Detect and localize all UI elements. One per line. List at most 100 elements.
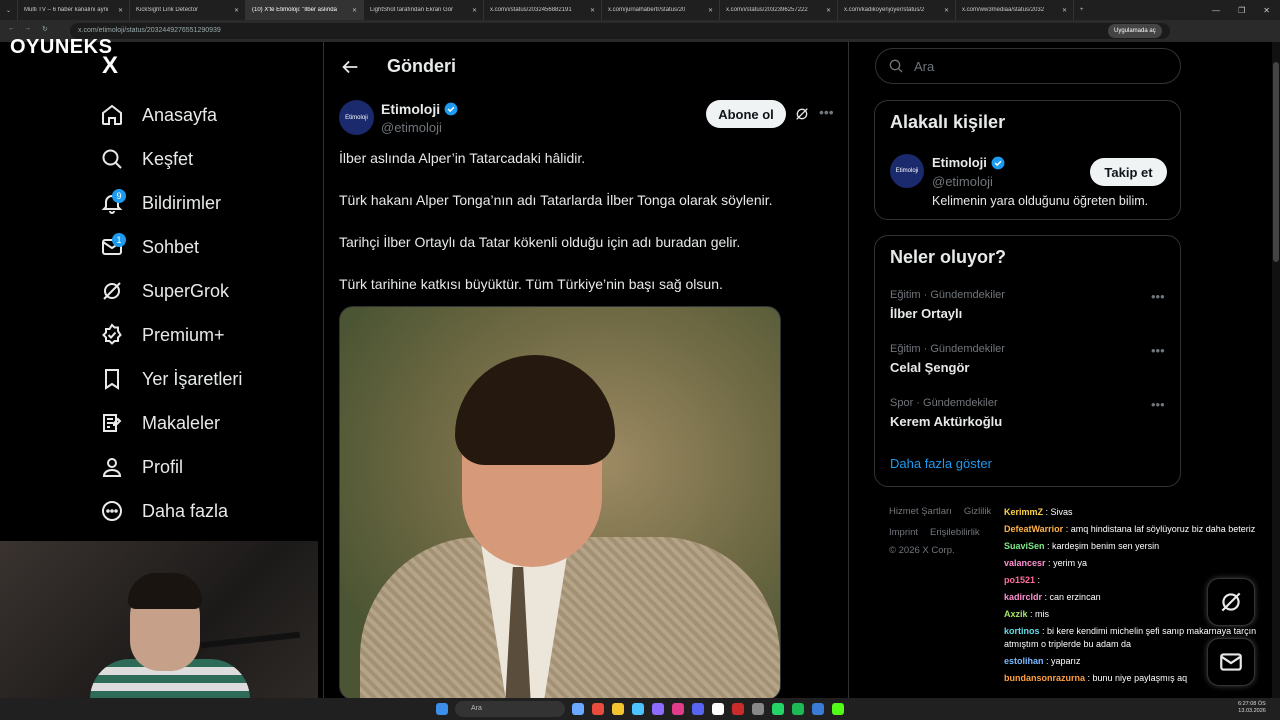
minimize-icon[interactable]: — [1212, 6, 1220, 15]
browser-tab[interactable]: x.com/ww3mediaa/status/2032 ✕ [956, 0, 1074, 20]
browser-tab-active[interactable]: (10) X'te Etimoloji: "İlber aslında ✕ [246, 0, 364, 20]
browser-tab[interactable]: x.com/i/status/2032456882191 ✕ [484, 0, 602, 20]
author-handle[interactable]: @etimoloji [381, 120, 442, 135]
start-menu-icon[interactable] [436, 703, 448, 715]
taskbar-app-icon[interactable] [752, 703, 764, 715]
nav-item-premium[interactable]: Premium+ [100, 317, 225, 353]
taskbar-app-icon[interactable] [832, 703, 844, 715]
footer-link[interactable]: Erişilebilirlik [930, 527, 980, 538]
messages-fab-button[interactable] [1207, 638, 1255, 686]
nav-item-more[interactable]: Daha fazla [100, 493, 228, 529]
close-icon[interactable]: ✕ [1058, 7, 1067, 14]
post-column: Gönderi Etimoloji Etimoloji @etimoloji A… [323, 42, 849, 700]
browser-tab[interactable]: LightShot tarafından Ekran Gör ✕ [364, 0, 484, 20]
author-name[interactable]: Etimoloji [381, 101, 458, 117]
chat-text: mis [1035, 609, 1050, 619]
browser-tab-label: LightShot tarafından Ekran Gör [370, 7, 454, 13]
taskbar-app-icon[interactable] [572, 703, 584, 715]
close-icon[interactable]: ✕ [586, 7, 595, 14]
back-nav-icon[interactable]: ← [8, 25, 15, 32]
scrollbar-thumb[interactable] [1273, 62, 1279, 262]
verified-badge-icon [444, 102, 458, 116]
footer-link[interactable]: Imprint [889, 527, 918, 538]
taskbar-search[interactable]: Ara [455, 701, 565, 717]
browser-tab-label: (10) X'te Etimoloji: "İlber aslında [252, 7, 337, 13]
nav-item-bookmarks[interactable]: Yer İşaretleri [100, 361, 242, 397]
trend-more-icon[interactable]: ••• [1151, 289, 1165, 304]
trend-item[interactable]: Kerem Aktürkoğlu [890, 414, 1002, 429]
chat-username: kadircldr [1004, 592, 1043, 602]
search-placeholder: Ara [914, 58, 935, 74]
close-icon[interactable]: ✕ [114, 7, 123, 14]
author-avatar[interactable]: Etimoloji [339, 100, 374, 135]
taskbar-app-icon[interactable] [812, 703, 824, 715]
search-input[interactable]: Ara [875, 48, 1181, 84]
trend-item[interactable]: İlber Ortaylı [890, 306, 962, 321]
webcam-hair [128, 573, 202, 609]
browser-tab[interactable]: x.com/kadikoyenjoyer/status/2 ✕ [838, 0, 956, 20]
nav-item-profile[interactable]: Profil [100, 449, 183, 485]
taskbar-app-icon[interactable] [652, 703, 664, 715]
taskbar-app-icon[interactable] [612, 703, 624, 715]
tab-actions-button[interactable]: ⌄ [0, 0, 18, 20]
nav-item-supergrok[interactable]: SuperGrok [100, 273, 229, 309]
author-name-text: Etimoloji [381, 101, 441, 117]
grok-icon[interactable] [794, 106, 810, 122]
related-name[interactable]: Etimoloji [932, 155, 1005, 170]
taskbar-app-icon[interactable] [712, 703, 724, 715]
close-icon[interactable]: ✕ [468, 7, 477, 14]
related-handle[interactable]: @etimoloji [932, 174, 993, 189]
taskbar-app-icon[interactable] [672, 703, 684, 715]
url-input[interactable]: x.com/etimoloji/status/20324492765512909… [70, 23, 1170, 39]
taskbar-app-icon[interactable] [772, 703, 784, 715]
close-icon[interactable]: ✕ [348, 7, 357, 14]
nav-item-articles[interactable]: Makaleler [100, 405, 220, 441]
back-arrow-icon[interactable] [339, 56, 361, 78]
nav-item-explore[interactable]: Keşfet [100, 141, 193, 177]
post-photo[interactable] [339, 306, 781, 700]
show-more-link[interactable]: Daha fazla göster [890, 456, 992, 471]
chat-text: can erzincan [1049, 592, 1101, 602]
related-bio: Kelimenin yara olduğunu öğreten bilim. [932, 194, 1149, 208]
webcam-overlay [0, 541, 318, 701]
page-scrollbar[interactable] [1272, 42, 1280, 698]
footer-link[interactable]: Hizmet Şartları [889, 506, 952, 517]
nav-item-notifications[interactable]: 9 Bildirimler [100, 185, 221, 221]
taskbar-app-icon[interactable] [692, 703, 704, 715]
nav-item-messages[interactable]: 1 Sohbet [100, 229, 199, 265]
trend-more-icon[interactable]: ••• [1151, 397, 1165, 412]
taskbar-app-icon[interactable] [592, 703, 604, 715]
taskbar-app-icon[interactable] [732, 703, 744, 715]
reload-icon[interactable]: ↻ [42, 25, 48, 33]
related-avatar[interactable]: Etimoloji [890, 154, 924, 188]
follow-button[interactable]: Takip et [1090, 158, 1167, 186]
close-icon[interactable]: ✕ [822, 7, 831, 14]
close-icon[interactable]: ✕ [704, 7, 713, 14]
nav-item-label: Yer İşaretleri [142, 368, 243, 389]
footer-link[interactable]: Gizlilik [964, 506, 991, 517]
close-icon[interactable]: ✕ [230, 7, 239, 14]
maximize-icon[interactable]: ❐ [1238, 6, 1245, 15]
nav-item-home[interactable]: Anasayfa [100, 97, 217, 133]
subscribe-button[interactable]: Abone ol [706, 100, 786, 128]
x-logo[interactable]: X [102, 52, 118, 80]
open-in-app-button[interactable]: Uygulamada aç [1108, 24, 1162, 38]
more-options-icon[interactable]: ••• [819, 104, 834, 120]
taskbar-clock[interactable]: 6:27:08 ÖS 13.03.2026 [1238, 701, 1266, 715]
browser-tab[interactable]: x.com/i/status/2032396257222 ✕ [720, 0, 838, 20]
related-name-text: Etimoloji [932, 155, 987, 170]
trend-more-icon[interactable]: ••• [1151, 343, 1165, 358]
close-window-icon[interactable]: ✕ [1263, 6, 1270, 15]
new-tab-button[interactable]: + [1074, 0, 1092, 20]
browser-tab[interactable]: KickSight Link Detector ✕ [130, 0, 246, 20]
close-icon[interactable]: ✕ [940, 7, 949, 14]
os-taskbar: Ara 6:27:08 ÖS 13.03.2026 [0, 698, 1280, 720]
taskbar-app-icon[interactable] [792, 703, 804, 715]
browser-tab[interactable]: x.com/jurnalhabertr/status/20 ✕ [602, 0, 720, 20]
message-badge: 1 [112, 233, 126, 247]
taskbar-app-icon[interactable] [632, 703, 644, 715]
grok-fab-button[interactable] [1207, 578, 1255, 626]
forward-nav-icon[interactable]: → [24, 25, 31, 32]
trend-item[interactable]: Celal Şengör [890, 360, 969, 375]
browser-tab[interactable]: Multi TV – 6 haber kanalını aynı ✕ [18, 0, 130, 20]
